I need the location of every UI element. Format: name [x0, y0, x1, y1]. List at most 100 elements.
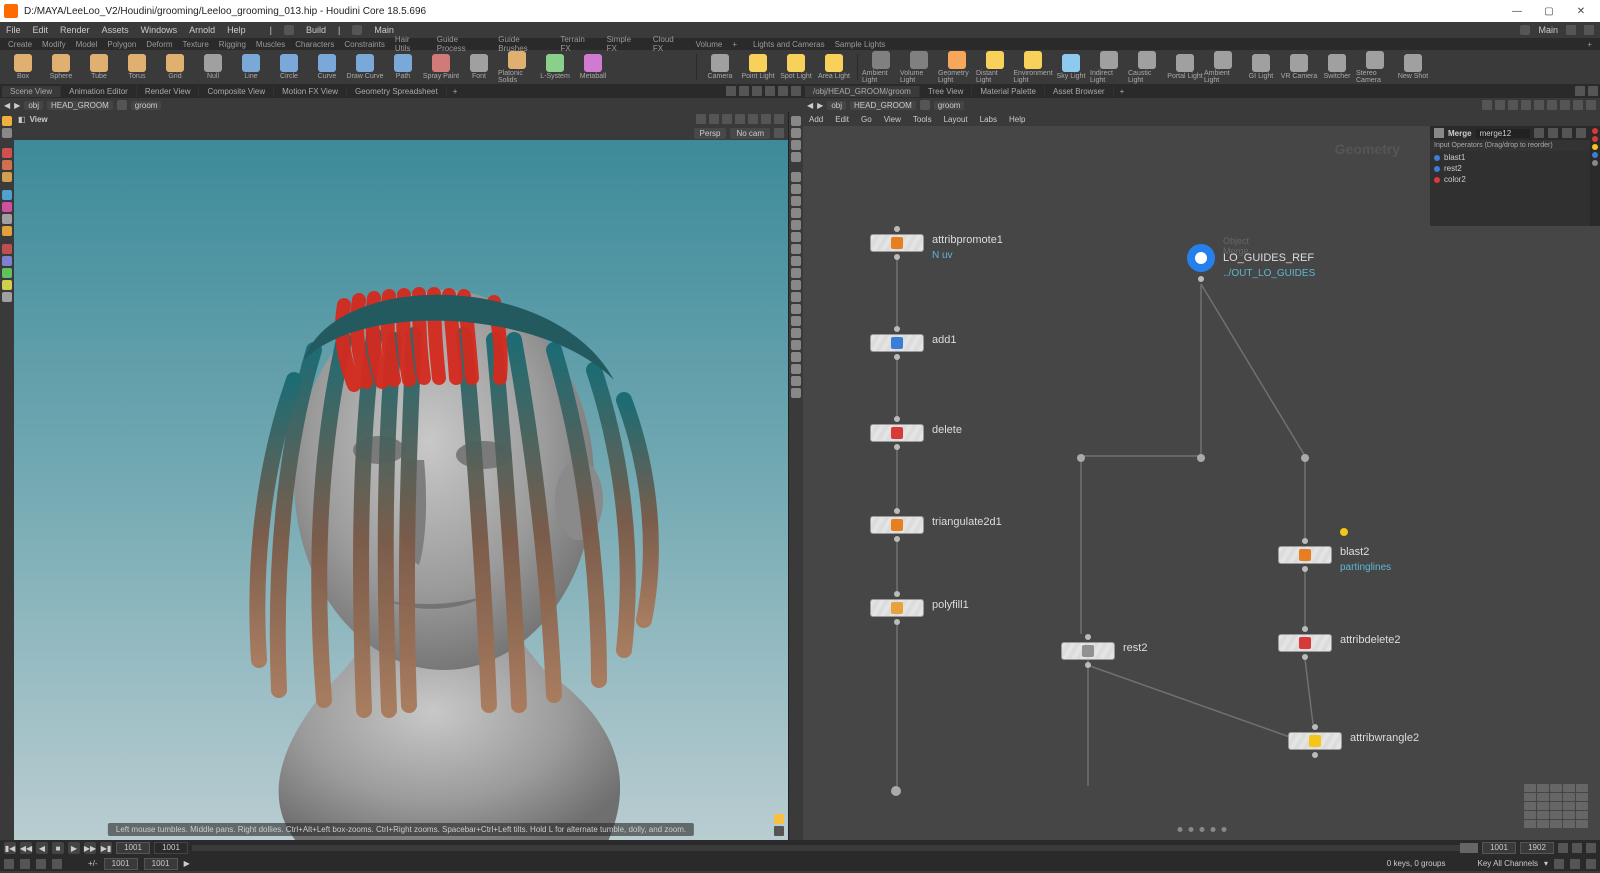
menu-windows[interactable]: Windows: [141, 25, 178, 35]
nav-back-icon[interactable]: ◀: [807, 101, 813, 110]
shelf-tool[interactable]: VR Camera: [1280, 54, 1318, 80]
chevron-down-icon[interactable]: ▾: [1544, 859, 1548, 868]
disp-opt-icon[interactable]: [791, 352, 801, 362]
tab-animation-editor[interactable]: Animation Editor: [61, 86, 137, 97]
vp-tool-icon[interactable]: [761, 114, 771, 124]
pane-icon[interactable]: [726, 86, 736, 96]
disp-opt-icon[interactable]: [791, 244, 801, 254]
last-frame-button[interactable]: ▶▮: [100, 842, 112, 854]
shelf-tool[interactable]: Geometry Light: [938, 51, 976, 84]
help-icon[interactable]: [1584, 25, 1594, 35]
tab-network[interactable]: /obj/HEAD_GROOM/groom: [805, 86, 920, 97]
shelf-tool[interactable]: Camera: [701, 54, 739, 80]
node-attribdelete[interactable]: attribdelete2: [1278, 626, 1332, 660]
audio-icon[interactable]: [1586, 843, 1596, 853]
shelf-tool[interactable]: Portal Light: [1166, 54, 1204, 80]
vp-display-icon[interactable]: [774, 814, 784, 824]
net-icon[interactable]: [1534, 100, 1544, 110]
path-groom[interactable]: groom: [934, 101, 965, 110]
disp-opt-icon[interactable]: [791, 268, 801, 278]
current-frame-input[interactable]: 1001: [116, 842, 150, 854]
path-head[interactable]: HEAD_GROOM: [850, 101, 916, 110]
desktop-selector[interactable]: Build: [306, 25, 326, 35]
flag-icon[interactable]: [1592, 152, 1598, 158]
flag-icon[interactable]: [1592, 144, 1598, 150]
pin-icon[interactable]: [1562, 128, 1572, 138]
disp-opt-icon[interactable]: [791, 256, 801, 266]
net-menu-edit[interactable]: Edit: [835, 115, 849, 124]
network-dot[interactable]: [1301, 454, 1309, 462]
shelf-tool[interactable]: Grid: [156, 54, 194, 80]
close-button[interactable]: ✕: [1566, 2, 1596, 20]
status-icon[interactable]: [1554, 859, 1564, 869]
menu-render[interactable]: Render: [60, 25, 90, 35]
node-attribwrangle[interactable]: attribwrangle2: [1288, 724, 1342, 758]
key-icon[interactable]: [52, 859, 62, 869]
net-icon[interactable]: [1508, 100, 1518, 110]
shelf-tool[interactable]: L-System: [536, 54, 574, 80]
vp-tool-icon[interactable]: [696, 114, 706, 124]
disp-opt-icon[interactable]: [791, 172, 801, 182]
minimize-button[interactable]: —: [1502, 2, 1532, 20]
node-delete[interactable]: delete: [870, 416, 924, 450]
disp-opt-icon[interactable]: [791, 376, 801, 386]
shelf-tool[interactable]: Spot Light: [777, 54, 815, 80]
palette-icon[interactable]: [1524, 784, 1588, 828]
shelf-tool[interactable]: Sky Light: [1052, 54, 1090, 80]
shelf-tool[interactable]: Spray Paint: [422, 54, 460, 80]
vp-lock-icon[interactable]: [774, 128, 784, 138]
view-tool-icon[interactable]: [2, 116, 12, 126]
net-icon[interactable]: [1547, 100, 1557, 110]
shelf-tool[interactable]: Indirect Light: [1090, 51, 1128, 84]
network-page-dots[interactable]: [1177, 827, 1226, 832]
param-input-row[interactable]: blast1: [1430, 152, 1590, 163]
tab-geometry-spreadsheet[interactable]: Geometry Spreadsheet: [347, 86, 447, 97]
node-name[interactable]: merge12: [1476, 129, 1530, 138]
viewport-pin-icon[interactable]: ◧: [18, 115, 26, 124]
path-head[interactable]: HEAD_GROOM: [47, 101, 113, 110]
path-obj[interactable]: obj: [827, 101, 846, 110]
tab-scene-view[interactable]: Scene View: [2, 86, 61, 97]
snap-icon[interactable]: [791, 116, 801, 126]
brush-tool-icon[interactable]: [2, 268, 12, 278]
start-frame-input[interactable]: 1001: [1482, 842, 1516, 854]
net-icon[interactable]: [1586, 100, 1596, 110]
brush-tool-icon[interactable]: [2, 190, 12, 200]
viewport-3d[interactable]: Left mouse tumbles. Middle pans. Right d…: [14, 140, 788, 840]
info-icon[interactable]: [1576, 128, 1586, 138]
flag-icon[interactable]: [1592, 160, 1598, 166]
menu-file[interactable]: File: [6, 25, 21, 35]
disp-opt-icon[interactable]: [791, 388, 801, 398]
add-tab-icon[interactable]: +: [1114, 87, 1131, 96]
shelf-tool[interactable]: Ambient Light: [862, 51, 900, 84]
brush-tool-icon[interactable]: [2, 214, 12, 224]
status-icon[interactable]: [1586, 859, 1596, 869]
menu-help[interactable]: Help: [227, 25, 246, 35]
tab-asset-browser[interactable]: Asset Browser: [1045, 86, 1114, 97]
camera-menu[interactable]: Persp: [694, 128, 727, 139]
brush-tool-icon[interactable]: [2, 280, 12, 290]
param-input-row[interactable]: color2: [1430, 174, 1590, 185]
net-menu-add[interactable]: Add: [809, 115, 823, 124]
play-back-button[interactable]: ◀: [36, 842, 48, 854]
camera-select[interactable]: No cam: [730, 128, 770, 139]
snap-icon[interactable]: [791, 140, 801, 150]
flag-icon[interactable]: [1592, 128, 1598, 134]
menu-arnold[interactable]: Arnold: [189, 25, 215, 35]
shelf-tool[interactable]: Point Light: [739, 54, 777, 80]
node-rest[interactable]: rest2: [1061, 634, 1115, 668]
status-start[interactable]: 1001: [104, 858, 138, 870]
pin-icon[interactable]: [920, 100, 930, 110]
net-icon[interactable]: [1482, 100, 1492, 110]
pin-icon[interactable]: [117, 100, 127, 110]
node-polyfill[interactable]: polyfill1: [870, 591, 924, 625]
key-icon[interactable]: [20, 859, 30, 869]
shelf-tool[interactable]: Ambient Light: [1204, 51, 1242, 84]
shelf-tool[interactable]: Font: [460, 54, 498, 80]
disp-opt-icon[interactable]: [791, 292, 801, 302]
shelf-tool[interactable]: Box: [4, 54, 42, 80]
auto-key-icon[interactable]: [4, 859, 14, 869]
net-menu-go[interactable]: Go: [861, 115, 872, 124]
net-icon[interactable]: [1495, 100, 1505, 110]
brush-tool-icon[interactable]: [2, 244, 12, 254]
